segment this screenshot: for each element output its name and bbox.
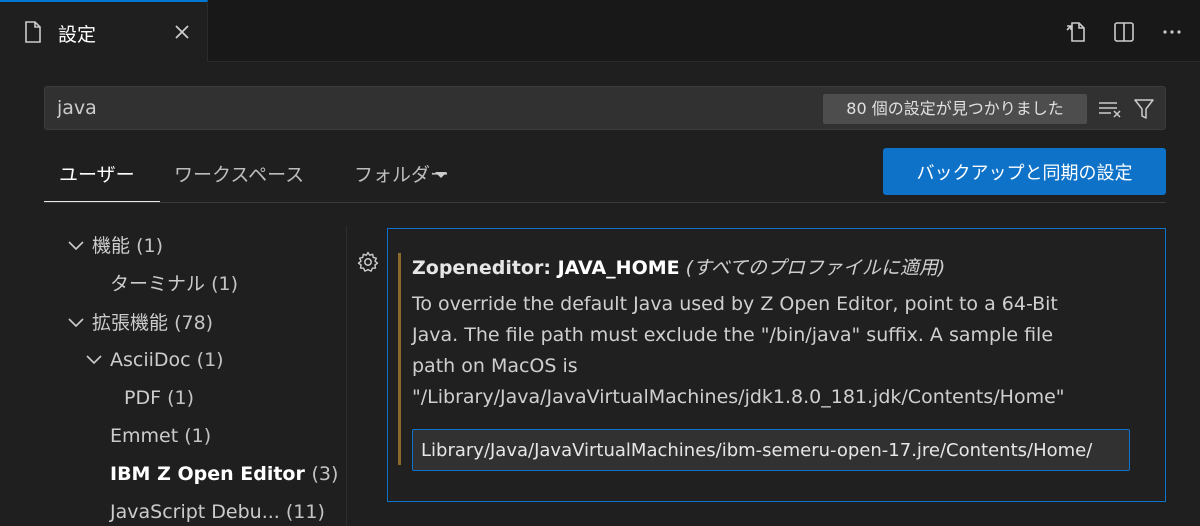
tab-settings[interactable]: 設定: [0, 0, 208, 62]
toc-item-emmet[interactable]: Emmet (1): [110, 418, 211, 454]
toc-item-terminal[interactable]: ターミナル (1): [110, 266, 238, 302]
toc-item-pdf[interactable]: PDF (1): [124, 380, 194, 416]
setting-item-java-home: Zopeneditor: JAVA_HOME (すべてのプロファイルに適用) To…: [387, 228, 1166, 502]
open-settings-json-icon[interactable]: [1064, 20, 1088, 44]
toc-item-features[interactable]: 機能 (1): [66, 228, 163, 264]
backup-sync-button[interactable]: バックアップと同期の設定: [883, 148, 1166, 195]
close-icon[interactable]: [172, 22, 192, 42]
toc-item-javascript-debugger[interactable]: JavaScript Debu... (11): [110, 494, 325, 526]
settings-editor: 設定 80 個の設定が見つかりました: [0, 0, 1200, 526]
result-count-badge: 80 個の設定が見つかりました: [823, 94, 1087, 124]
java-home-input[interactable]: [412, 429, 1130, 471]
tab-label: 設定: [58, 24, 97, 46]
chevron-down-icon: [68, 241, 84, 251]
editor-tab-bar: 設定: [0, 0, 1200, 62]
tab-workspace[interactable]: ワークスペース: [174, 158, 304, 202]
clear-filter-icon[interactable]: [1097, 97, 1123, 121]
toc-item-extensions[interactable]: 拡張機能 (78): [66, 305, 213, 341]
search-input[interactable]: [45, 87, 805, 129]
setting-scope-note: (すべてのプロファイルに適用): [685, 257, 946, 279]
toc-separator: [346, 226, 347, 526]
filter-icon[interactable]: [1133, 97, 1155, 121]
scope-divider: [44, 202, 1166, 203]
setting-title: Zopeneditor: JAVA_HOME (すべてのプロファイルに適用): [412, 253, 945, 280]
chevron-down-icon: [68, 318, 84, 328]
gear-icon[interactable]: [356, 250, 380, 274]
modified-indicator: [398, 253, 401, 465]
file-icon: [25, 21, 41, 43]
setting-description: To override the default Java used by Z O…: [412, 293, 1065, 408]
settings-search-box: 80 個の設定が見つかりました: [44, 86, 1166, 130]
toc-item-ibm-z-open-editor[interactable]: IBM Z Open Editor (3): [110, 456, 338, 492]
more-actions-icon[interactable]: [1160, 20, 1184, 44]
setting-key: JAVA_HOME: [557, 257, 680, 279]
setting-category: Zopeneditor:: [412, 257, 558, 279]
chevron-down-icon[interactable]: [434, 170, 448, 180]
toc-item-asciidoc[interactable]: AsciiDoc (1): [84, 342, 224, 378]
tab-folder[interactable]: フォルダー: [354, 158, 449, 202]
chevron-down-icon: [86, 355, 102, 365]
split-editor-icon[interactable]: [1112, 20, 1136, 44]
settings-toc: 機能 (1) ターミナル (1) 拡張機能 (78) AsciiDoc (1) …: [44, 226, 344, 526]
tab-user[interactable]: ユーザー: [44, 158, 160, 202]
